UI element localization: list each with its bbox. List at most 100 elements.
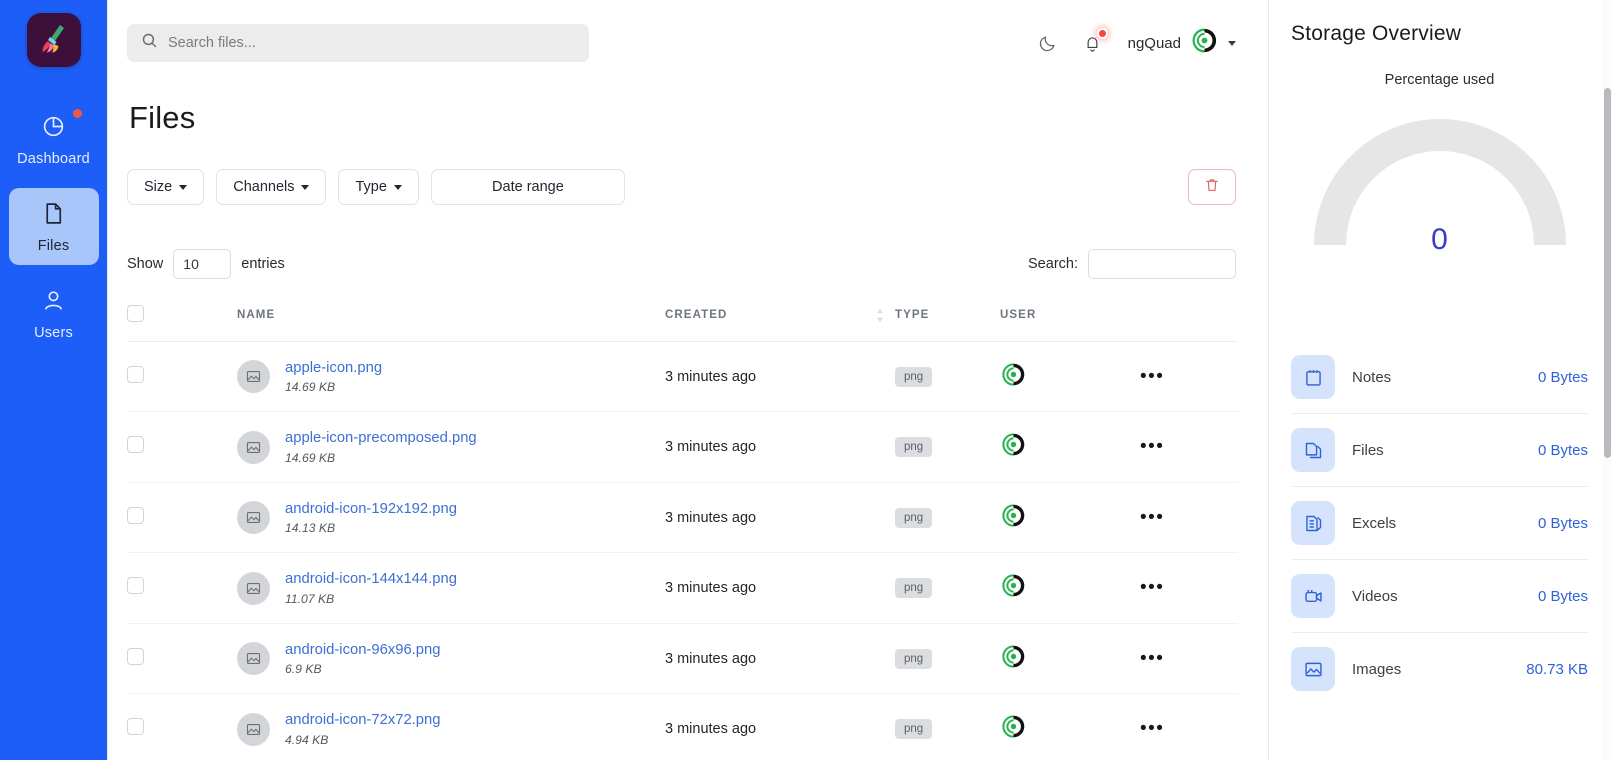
user-icon xyxy=(41,288,66,318)
col-header-type[interactable]: TYPE xyxy=(895,305,1000,342)
user-name-label: ngQuad xyxy=(1127,34,1181,52)
ellipsis-icon[interactable]: ••• xyxy=(1140,436,1164,457)
storage-panel-title: Storage Overview xyxy=(1291,22,1462,45)
filter-type-label: Type xyxy=(355,179,387,195)
app-logo[interactable] xyxy=(26,13,81,67)
dashboard-alert-badge xyxy=(72,109,82,118)
row-checkbox[interactable] xyxy=(127,577,144,595)
created-label: 3 minutes ago xyxy=(665,439,757,456)
storage-row-label: Images xyxy=(1352,660,1402,678)
file-size-label: 11.07 KB xyxy=(285,591,335,606)
chevron-down-icon[interactable] xyxy=(1228,40,1236,46)
row-user-cell xyxy=(1000,693,1140,760)
row-checkbox[interactable] xyxy=(127,365,144,383)
ellipsis-icon[interactable]: ••• xyxy=(1140,718,1164,739)
row-type-cell: png xyxy=(895,623,1000,695)
col-header-created[interactable]: CREATED xyxy=(665,305,865,342)
storage-row-label: Notes xyxy=(1352,368,1392,386)
image-file-icon xyxy=(237,642,270,676)
global-search[interactable] xyxy=(127,24,589,62)
table-search-label: Search: xyxy=(1028,256,1078,272)
chevron-down-icon xyxy=(393,184,402,190)
bell-icon[interactable] xyxy=(1083,27,1108,53)
row-actions-cell: ••• xyxy=(1140,693,1238,760)
storage-gauge: 0 xyxy=(1303,112,1577,256)
filter-toolbar: Size Channels Type Date range xyxy=(127,169,1236,205)
file-name-link[interactable]: apple-icon-precomposed.png xyxy=(285,429,477,447)
storage-row-value: 0 Bytes xyxy=(1537,587,1588,605)
table-search-group: Search: xyxy=(1028,249,1236,279)
ellipsis-icon[interactable]: ••• xyxy=(1140,577,1164,598)
row-checkbox[interactable] xyxy=(127,647,144,665)
row-name-cell: android-icon-72x72.png 4.94 KB xyxy=(185,693,665,760)
storage-row[interactable]: Excels 0 Bytes xyxy=(1291,486,1588,559)
search-icon xyxy=(141,32,158,54)
delete-selected-button[interactable] xyxy=(1188,169,1236,205)
col-header-name[interactable]: NAME xyxy=(185,305,665,342)
row-sort-spacer xyxy=(865,411,895,483)
storage-row[interactable]: Images 80.73 KB xyxy=(1291,632,1588,705)
notification-alert-dot xyxy=(1096,27,1108,39)
image-file-icon xyxy=(237,501,270,535)
chevron-down-icon xyxy=(301,184,310,190)
sidebar-item-users[interactable]: Users xyxy=(9,275,99,352)
page-title: Files xyxy=(129,100,196,135)
image-file-icon xyxy=(237,712,270,746)
search-input[interactable] xyxy=(168,35,575,51)
file-name-link[interactable]: android-icon-96x96.png xyxy=(285,641,440,659)
row-checkbox[interactable] xyxy=(127,436,144,454)
filter-channels-button[interactable]: Channels xyxy=(216,169,327,205)
panel-scrollbar-track[interactable] xyxy=(1603,0,1612,760)
row-checkbox[interactable] xyxy=(127,718,144,736)
ellipsis-icon[interactable]: ••• xyxy=(1140,648,1164,669)
select-all-checkbox[interactable] xyxy=(127,305,144,322)
filter-size-button[interactable]: Size xyxy=(127,169,205,205)
sidebar-label-users: Users xyxy=(34,325,73,341)
col-header-actions xyxy=(1140,305,1238,342)
video-camera-icon xyxy=(1291,574,1335,618)
table-search-input[interactable] xyxy=(1088,249,1236,279)
table-row: android-icon-96x96.png 6.9 KB 3 minutes … xyxy=(127,623,1238,695)
row-type-cell: png xyxy=(895,482,1000,554)
row-sort-spacer xyxy=(865,341,895,413)
file-name-link[interactable]: android-icon-144x144.png xyxy=(285,570,457,588)
row-checkbox[interactable] xyxy=(127,506,144,524)
image-file-icon xyxy=(237,571,270,605)
storage-row[interactable]: Notes 0 Bytes xyxy=(1291,341,1588,413)
row-created-cell: 3 minutes ago xyxy=(665,411,865,483)
ellipsis-icon[interactable]: ••• xyxy=(1140,507,1164,528)
sort-icon xyxy=(865,308,895,322)
file-name-link[interactable]: android-icon-72x72.png xyxy=(285,711,440,729)
storage-row[interactable]: Videos 0 Bytes xyxy=(1291,559,1588,632)
sidebar-item-dashboard[interactable]: Dashboard xyxy=(9,101,99,178)
row-select-cell xyxy=(127,482,185,554)
file-name-link[interactable]: android-icon-192x192.png xyxy=(285,500,457,518)
ellipsis-icon[interactable]: ••• xyxy=(1140,366,1164,387)
show-label: Show xyxy=(127,256,164,272)
file-size-label: 14.69 KB xyxy=(285,380,336,395)
sidebar-item-files[interactable]: Files xyxy=(8,188,99,265)
filter-date-range-button[interactable]: Date range xyxy=(430,169,625,205)
app-root: Dashboard Files Users Search files... ng… xyxy=(0,0,1612,760)
row-type-cell: png xyxy=(895,341,1000,413)
user-menu[interactable]: ngQuad xyxy=(1128,26,1236,60)
file-name-link[interactable]: apple-icon.png xyxy=(285,359,382,377)
row-actions-cell: ••• xyxy=(1140,482,1238,554)
col-header-user[interactable]: USER xyxy=(1000,305,1140,342)
row-sort-spacer xyxy=(865,552,895,624)
moon-icon[interactable] xyxy=(1038,34,1057,53)
row-sort-spacer xyxy=(865,482,895,554)
filter-type-button[interactable]: Type xyxy=(338,169,419,205)
file-type-badge: png xyxy=(895,366,933,387)
copy-files-icon xyxy=(1291,428,1335,472)
filter-size-label: Size xyxy=(144,179,173,195)
entries-per-page-input[interactable] xyxy=(173,249,232,279)
storage-row-value: 0 Bytes xyxy=(1537,514,1588,532)
panel-scrollbar-thumb[interactable] xyxy=(1604,88,1611,458)
table-row: apple-icon-precomposed.png 14.69 KB 3 mi… xyxy=(127,411,1238,483)
col-sort-indicator[interactable] xyxy=(865,305,895,342)
main-content: ngQuad Files xyxy=(107,0,1268,760)
storage-row[interactable]: Files 0 Bytes xyxy=(1291,413,1588,486)
file-size-label: 14.69 KB xyxy=(285,450,336,465)
row-name-cell: android-icon-144x144.png 11.07 KB xyxy=(185,552,665,624)
